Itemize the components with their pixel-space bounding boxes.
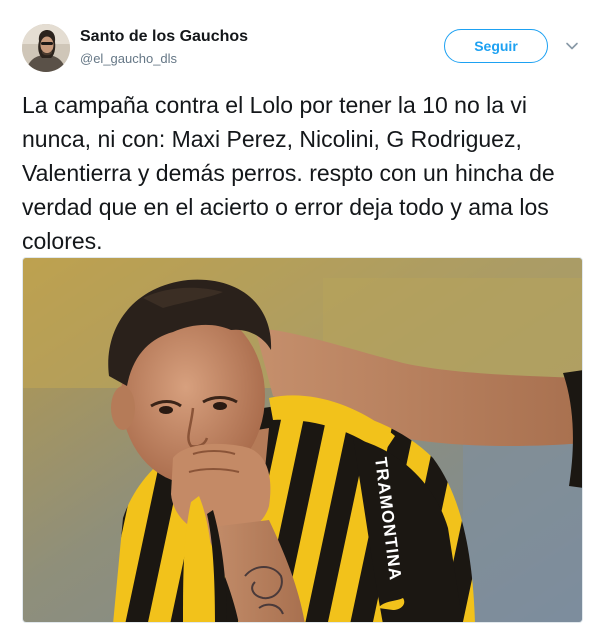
tweet-card: Santo de los Gauchos @el_gaucho_dls Segu… [0, 0, 599, 640]
follow-button[interactable]: Seguir [444, 29, 548, 63]
user-names: Santo de los Gauchos @el_gaucho_dls [80, 27, 248, 68]
user-avatar[interactable] [22, 24, 70, 72]
chevron-down-icon[interactable] [564, 38, 580, 54]
display-name[interactable]: Santo de los Gauchos [80, 27, 248, 47]
tweet-photo[interactable]: TRAMONTINA [22, 257, 583, 623]
photo-player-kissing-jersey: TRAMONTINA [23, 258, 582, 622]
tweet-header: Santo de los Gauchos @el_gaucho_dls Segu… [22, 24, 582, 74]
tweet-text: La campaña contra el Lolo por tener la 1… [22, 92, 555, 254]
user-handle[interactable]: @el_gaucho_dls [80, 50, 248, 68]
